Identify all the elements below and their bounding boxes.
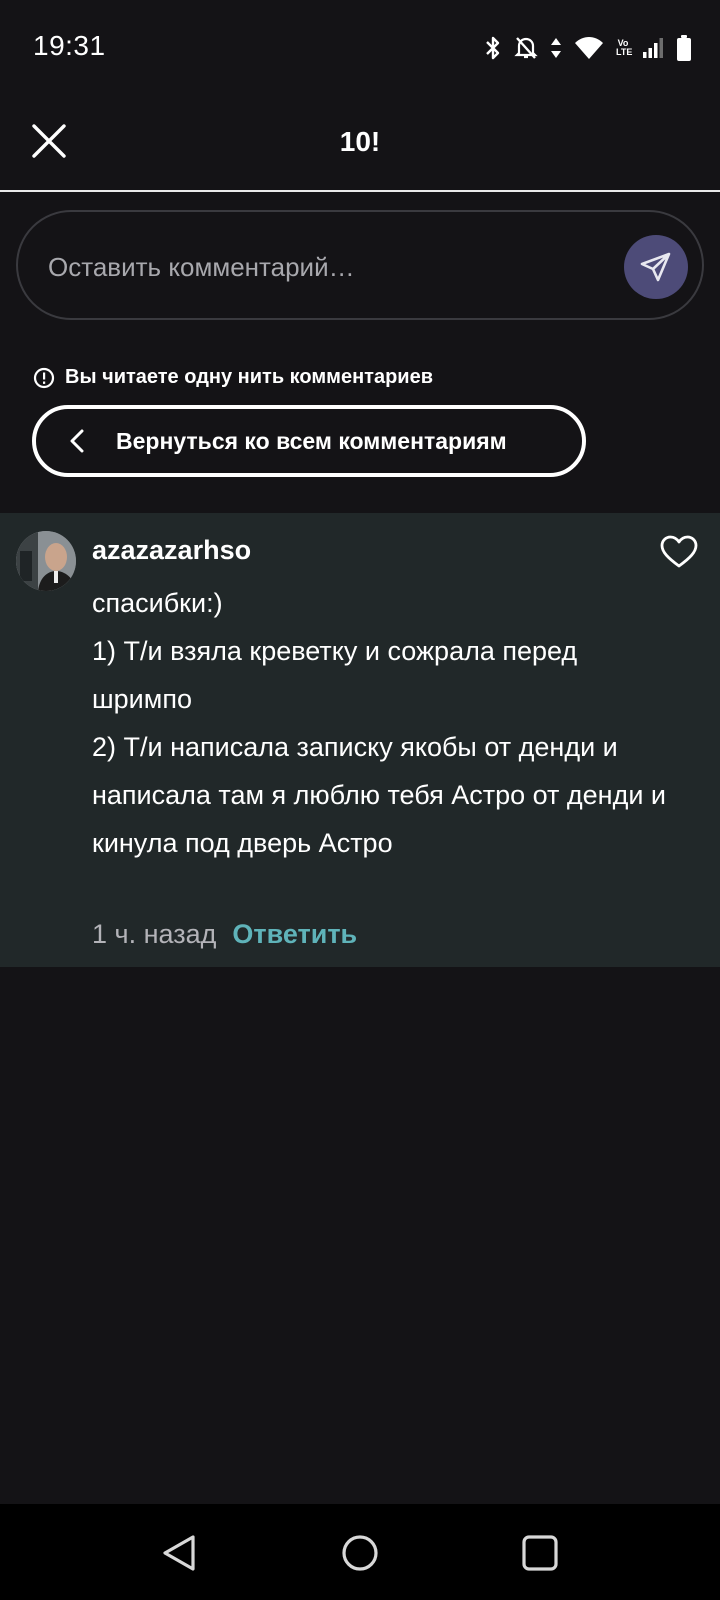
comment-username[interactable]: azazazarhso [92,535,251,566]
like-button[interactable] [660,535,698,571]
system-nav-bar [0,1504,720,1600]
comment-meta: 1 ч. назад Ответить [92,919,357,950]
status-time: 19:31 [33,30,106,61]
comment-timestamp: 1 ч. назад [92,919,217,949]
status-icons: Vo LTE [484,32,692,64]
chevron-left-icon [70,429,92,453]
comment-item: azazazarhso спасибки:) 1) Т/и взяла крев… [0,513,720,967]
heart-icon [660,535,698,568]
comment-line: 2) Т/и написала записку якобы от денди и… [92,732,667,858]
page-title: 10! [339,126,381,157]
back-to-all-comments-button[interactable]: Вернуться ко всем комментариям [32,405,586,477]
data-arrows-icon [550,37,562,59]
bell-off-icon [514,35,538,61]
thread-notice-text: Вы читаете одну нить комментариев [65,366,434,388]
reply-button[interactable]: Ответить [232,919,357,950]
volte-line2: LTE [616,47,633,57]
send-icon [640,252,671,282]
home-circle-icon [342,1535,378,1571]
bluetooth-icon [484,35,502,61]
battery-icon [676,35,692,61]
top-bar: 10! [0,96,720,192]
info-icon [33,367,55,388]
thread-notice: Вы читаете одну нить комментариев [33,366,433,389]
recents-square-icon [522,1535,558,1571]
status-bar: 19:31 Vo LTE [0,0,720,96]
wifi-icon [574,36,604,60]
signal-icon [642,38,664,58]
send-button[interactable] [624,235,688,299]
comment-line: спасибки:) [92,588,223,618]
nav-back-button[interactable] [156,1530,202,1576]
back-triangle-icon [163,1535,195,1571]
comment-line: 1) Т/и взяла креветку и сожрала перед шр… [92,636,578,714]
volte-icon: Vo LTE [616,39,633,57]
comment-input[interactable] [48,248,588,286]
comment-input-container [16,210,704,320]
nav-recents-button[interactable] [517,1530,563,1576]
avatar[interactable] [16,531,76,591]
comment-body: спасибки:) 1) Т/и взяла креветку и сожра… [92,579,682,867]
nav-home-button[interactable] [337,1530,383,1576]
back-to-all-comments-label: Вернуться ко всем комментариям [116,427,507,454]
